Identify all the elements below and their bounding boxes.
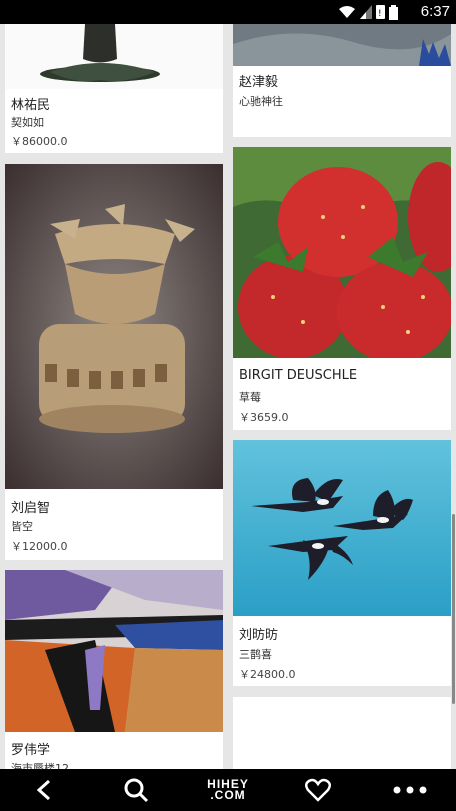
logo-text: HIHEY .COM [207,778,249,802]
artist-name: 刘昉昉 [239,628,279,643]
artwork-title: 心驰神往 [239,95,283,108]
artwork-title: 皆空 [11,520,33,533]
artwork-price: ￥12000.0 [11,540,68,553]
artist-name: 赵津毅 [239,75,279,90]
artwork-card[interactable]: 罗伟学 海市蜃楼12 [5,570,223,769]
artwork-feed[interactable]: 林祐民 契如如 ￥86000.0 赵津毅 心驰神往 刘启智 皆空 ￥12000.… [0,24,456,769]
scrollbar[interactable] [452,514,455,704]
artwork-title: 海市蜃楼12 [11,762,69,769]
artwork-image [5,570,223,732]
artwork-title: 草莓 [239,391,261,404]
artist-name: 罗伟学 [11,743,51,758]
svg-text:!: ! [378,9,382,19]
artwork-card[interactable]: 刘昉昉 三鹊喜 ￥24800.0 [233,440,451,686]
back-button[interactable] [22,769,66,811]
artist-name: 刘启智 [11,501,51,516]
search-icon [124,778,149,803]
artwork-image [233,147,451,358]
artwork-price: ￥86000.0 [11,135,68,148]
artwork-price: ￥24800.0 [239,668,296,681]
logo[interactable]: HIHEY .COM [196,769,260,811]
more-button[interactable] [388,769,432,811]
favorites-button[interactable] [296,769,340,811]
artwork-image [5,24,223,89]
artwork-card[interactable]: 赵津毅 心驰神往 [233,24,451,137]
sim-icon: ! [376,5,385,19]
search-button[interactable] [114,769,158,811]
status-bar: ! 6:37 [0,0,456,24]
artwork-card[interactable]: BIRGIT DEUSCHLE 草莓 ￥3659.0 [233,147,451,430]
battery-icon [389,4,398,20]
logo-line-2: .COM [210,788,246,802]
artwork-card[interactable]: 刘启智 皆空 ￥12000.0 [5,164,223,560]
back-arrow-icon [36,779,51,801]
more-icon [393,786,427,794]
wifi-icon [339,6,355,18]
signal-icon [360,5,372,19]
artwork-image [233,24,451,66]
heart-icon [305,778,331,802]
bottom-navigation: HIHEY .COM [0,769,456,811]
artwork-image [233,440,451,616]
artwork-price: ￥3659.0 [239,411,289,424]
artwork-image [5,164,223,489]
artist-name: 林祐民 [11,98,51,113]
artwork-title: 三鹊喜 [239,648,272,661]
status-time: 6:37 [420,3,450,20]
status-icons: ! [338,4,398,20]
artwork-title: 契如如 [11,116,44,129]
artwork-card[interactable]: 林祐民 契如如 ￥86000.0 [5,24,223,153]
artist-name: BIRGIT DEUSCHLE [239,368,358,383]
artwork-card[interactable] [233,697,451,769]
